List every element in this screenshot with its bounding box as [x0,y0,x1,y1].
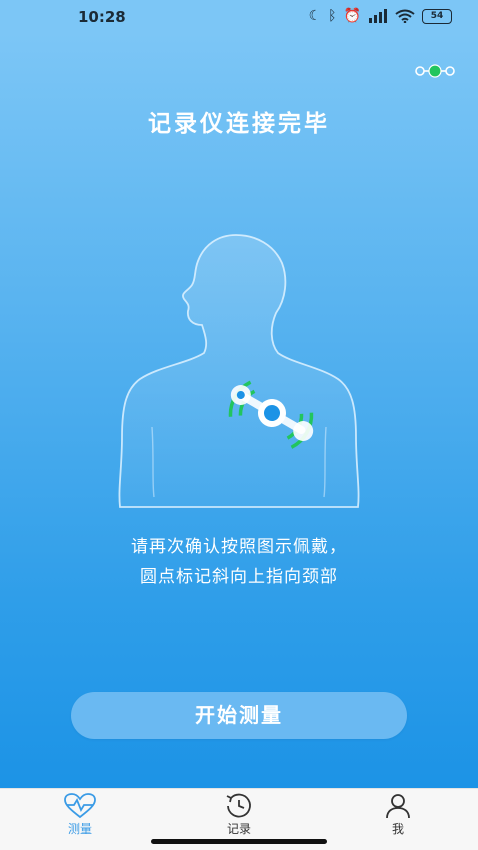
instruction-line-1: 请再次确认按照图示佩戴， [131,537,347,557]
page-title: 记录仪连接完毕 [148,111,330,137]
body-with-recorder-icon [118,234,360,508]
history-clock-icon [226,793,251,818]
tab-record-label: 记录 [226,822,251,836]
heart-pulse-icon [64,793,96,819]
home-indicator[interactable] [151,839,327,844]
alarm-icon: ⏰ [343,8,361,24]
device-connected-icon[interactable] [414,64,456,78]
status-bar: 10:28 ☾ ᛒ ⏰ 54 [0,0,478,32]
tab-measure[interactable]: 测量 [30,789,130,839]
bluetooth-icon: ᛒ [328,8,337,24]
person-icon [386,794,410,819]
tab-record[interactable]: 记录 [189,789,289,839]
moon-icon: ☾ [308,8,322,24]
tab-me-label: 我 [391,822,404,836]
status-icons: ☾ ᛒ ⏰ 54 [309,7,452,25]
start-measure-button[interactable]: 开始测量 [71,692,407,739]
main-panel: 记录仪连接完毕 请再次确认按照图示佩戴， 圆点标记斜向上指向颈部 开始测量 [0,32,478,788]
status-time: 10:28 [78,8,126,26]
tab-measure-label: 测量 [67,822,92,836]
battery-icon: 54 [422,8,452,24]
wearing-instruction: 请再次确认按照图示佩戴， 圆点标记斜向上指向颈部 [0,532,478,592]
wifi-icon [395,9,415,23]
instruction-line-2: 圆点标记斜向上指向颈部 [140,567,338,587]
tab-me[interactable]: 我 [348,789,448,839]
signal-icon [369,9,387,23]
